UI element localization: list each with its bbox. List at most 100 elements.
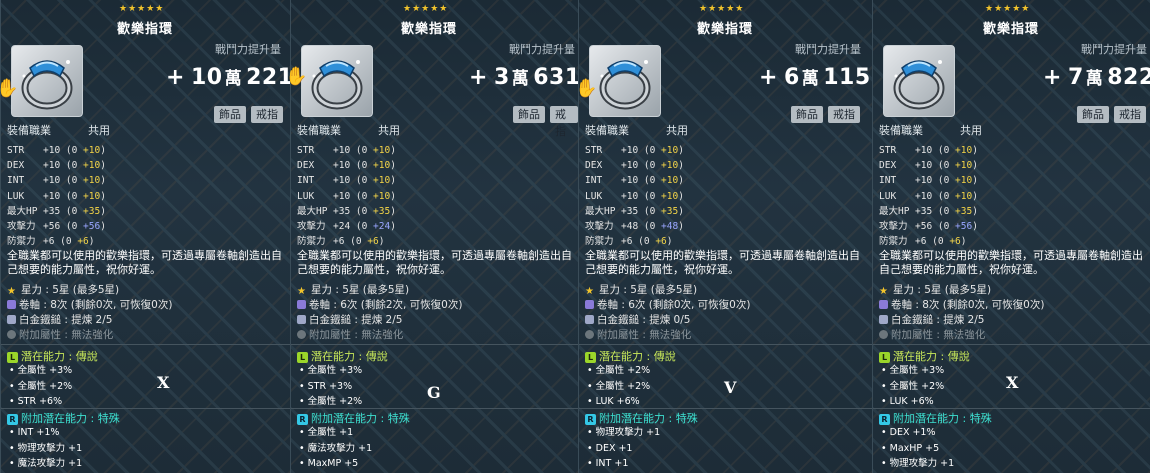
rare-badge: R xyxy=(7,414,18,425)
combat-power-label: 戰鬥力提升量 xyxy=(1081,43,1147,56)
attr-label: 附加屬性 xyxy=(309,329,351,341)
stat-name: 最大HP xyxy=(585,205,616,217)
stat-base: +56 (0 xyxy=(43,221,84,233)
stat-list: STR +10 (0 +10) DEX +10 (0 +10) INT +10 (0 +1… xyxy=(297,143,396,249)
cp-small: 6315 xyxy=(533,65,578,90)
stat-row: INT +10 (0 +10) xyxy=(297,173,396,188)
star-force-icon: ★ xyxy=(7,286,16,297)
additional-potential-text: INT +1% xyxy=(17,427,60,438)
stat-close: ) xyxy=(678,221,684,233)
stat-base: +10 (0 xyxy=(43,190,84,202)
stat-name: 防禦力 xyxy=(297,236,326,248)
stat-bonus: +6 xyxy=(949,236,961,248)
bullet: • xyxy=(587,427,596,438)
additional-potential-header: R 附加潛在能力 : 特殊 xyxy=(7,410,120,426)
additional-potential-text: DEX +1 xyxy=(595,442,633,454)
stat-name: 防禦力 xyxy=(585,236,614,248)
info-text: 白金鐵鎚 : 提煉 2/5 xyxy=(309,314,403,326)
cp-wan: 萬 xyxy=(801,69,820,89)
potential-text: 全屬性 +2% xyxy=(17,380,73,392)
stat-bonus: +35 xyxy=(373,205,391,217)
potential-line: • 全屬性 +2% xyxy=(587,379,650,395)
additional-potential-text: INT +1 xyxy=(595,458,629,469)
bullet: • xyxy=(9,427,18,438)
additional-potential-line: • MaxMP +5 xyxy=(299,456,372,472)
stat-base: +56 (0 xyxy=(915,221,956,233)
stat-bonus: +10 xyxy=(661,160,679,172)
stat-bonus: +10 xyxy=(955,175,973,187)
stat-base: +6 (0 xyxy=(621,236,656,248)
additional-potential-line: • 魔法攻擊力 +1 xyxy=(9,456,82,472)
stat-row: STR +10 (0 +10) xyxy=(879,143,978,158)
stat-name: 防禦力 xyxy=(7,236,36,248)
tag-accessory: 飾品 xyxy=(513,106,545,123)
stat-bonus: +10 xyxy=(373,175,391,187)
stat-row: 攻擊力 +48 (0 +48) xyxy=(585,219,684,234)
tag-accessory: 飾品 xyxy=(791,106,823,123)
stat-name: INT xyxy=(7,175,25,187)
platinum-hammer-icon xyxy=(7,315,16,324)
potential-header-text: 潛在能力 : 傳說 xyxy=(311,350,388,363)
stat-bonus: +10 xyxy=(373,190,391,202)
additional-potential-text: 全屬性 +1 xyxy=(307,427,354,438)
verdict-mark: V xyxy=(724,378,737,397)
combat-power-value: +7萬8221 xyxy=(1043,64,1150,90)
stat-row: STR +10 (0 +10) xyxy=(297,143,396,158)
cp-plus: + xyxy=(166,65,185,90)
potential-header-text: 潛在能力 : 傳說 xyxy=(599,350,676,363)
bullet: • xyxy=(9,458,18,469)
ring-item-icon xyxy=(589,45,661,117)
stat-name: 攻擊力 xyxy=(879,221,908,233)
stat-base: +6 (0 xyxy=(43,236,78,248)
stat-bonus: +10 xyxy=(955,160,973,172)
stat-row: 防禦力 +6 (0 +6) xyxy=(585,234,684,249)
stat-name: STR xyxy=(7,145,25,156)
stat-bonus: +35 xyxy=(83,205,101,217)
stat-bonus: +24 xyxy=(373,221,391,233)
stat-base: +10 (0 xyxy=(621,160,662,172)
info-text: 卷軸 : 8次 (剩餘0次, 可恢復0次) xyxy=(19,299,173,311)
stat-close: ) xyxy=(100,221,106,233)
stat-close: ) xyxy=(972,145,978,156)
stat-base: +10 (0 xyxy=(915,160,956,172)
divider xyxy=(1,408,290,409)
platinum-hammer-icon xyxy=(585,315,594,324)
stat-row: DEX +10 (0 +10) xyxy=(7,158,106,173)
stat-name: 最大HP xyxy=(7,205,38,217)
additional-potential-line: • 全屬性 +1 xyxy=(299,425,372,441)
info-row: 附加屬性 : 無法強化 xyxy=(7,328,172,343)
combat-power-value: +6萬1152 xyxy=(759,64,872,90)
bullet: • xyxy=(9,396,18,407)
info-row: 白金鐵鎚 : 提煉 2/5 xyxy=(7,313,172,328)
stat-base: +10 (0 xyxy=(915,175,956,187)
stat-close: ) xyxy=(390,175,396,187)
stat-bonus: +56 xyxy=(83,221,101,233)
job-label: 裝備職業 xyxy=(297,124,341,137)
job-value: 共用 xyxy=(960,124,982,137)
additional-potential-line: • MaxHP +5 xyxy=(881,441,954,457)
potential-text: LUK +6% xyxy=(595,396,640,407)
bullet: • xyxy=(881,458,890,469)
info-row: 白金鐵鎚 : 提煉 2/5 xyxy=(879,313,1044,328)
additional-potential-text: MaxMP +5 xyxy=(307,458,359,469)
extra-attribute-icon xyxy=(585,330,594,339)
job-label: 裝備職業 xyxy=(585,124,629,137)
additional-potential-text: DEX +1% xyxy=(889,427,936,438)
stat-row: INT +10 (0 +10) xyxy=(7,173,106,188)
stat-name: INT xyxy=(879,175,897,187)
stat-close: ) xyxy=(100,160,106,172)
combat-power-label: 戰鬥力提升量 xyxy=(215,43,281,56)
stat-base: +10 (0 xyxy=(43,175,84,187)
info-row: 附加屬性 : 無法強化 xyxy=(585,328,750,343)
stat-bonus: +10 xyxy=(955,145,973,156)
stat-name: 最大HP xyxy=(879,205,910,217)
platinum-hammer-icon xyxy=(879,315,888,324)
stat-close: ) xyxy=(390,145,396,156)
stat-base: +24 (0 xyxy=(333,221,374,233)
additional-potential-header: R 附加潛在能力 : 特殊 xyxy=(297,410,410,426)
additional-potential-line: • 物理攻擊力 +1 xyxy=(9,441,82,457)
stat-bonus: +35 xyxy=(955,205,973,217)
ring-item-icon xyxy=(883,45,955,117)
platinum-hammer-icon xyxy=(297,315,306,324)
divider xyxy=(873,344,1150,345)
